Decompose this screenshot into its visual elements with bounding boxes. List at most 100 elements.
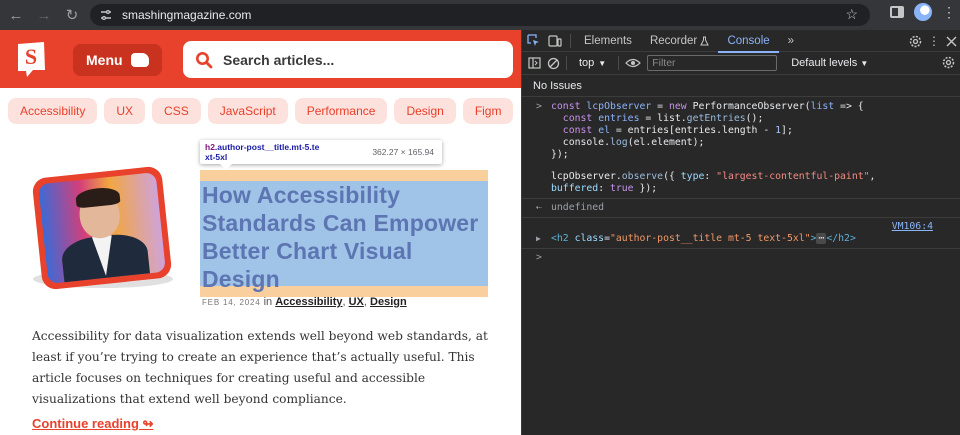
reload-icon: ↻: [65, 7, 79, 24]
console-input-line: const el = entries[entries.length - 1];: [522, 125, 960, 137]
article-excerpt: Accessibility for data visualization ext…: [32, 329, 488, 406]
expand-triangle-icon[interactable]: ▶: [536, 233, 541, 245]
code: new: [668, 101, 693, 112]
code: const: [551, 113, 599, 124]
menu-label: Menu: [86, 52, 123, 68]
console-toolbar: top ▼ Filter Default levels ▼: [522, 52, 960, 75]
context-select[interactable]: top ▼: [573, 57, 612, 69]
tooltip-class-2: xt-5xl: [205, 152, 228, 162]
code: PerformanceObserver: [692, 101, 805, 112]
flask-icon: [700, 36, 710, 45]
source-link[interactable]: VM106:4: [892, 221, 933, 233]
devtools-menu-icon[interactable]: ⋮: [928, 34, 940, 48]
console-input-line: lcpObserver.observe({ type: "largest-con…: [522, 171, 960, 183]
search-placeholder: Search articles...: [223, 51, 335, 68]
code: <h2: [551, 233, 575, 244]
more-tabs-button[interactable]: »: [779, 30, 803, 52]
web-page: S Menu Search articles... Accessibility …: [0, 30, 521, 435]
profile-avatar[interactable]: [914, 3, 932, 21]
console-result-line: ⇠ undefined: [522, 202, 960, 214]
site-settings-icon[interactable]: [96, 5, 116, 25]
code: </h2>: [826, 233, 856, 244]
settings-gear-icon[interactable]: [909, 35, 922, 48]
live-expression-eye-icon[interactable]: [625, 58, 642, 68]
tab-console[interactable]: Console: [718, 30, 779, 53]
filter-input[interactable]: Filter: [647, 55, 778, 71]
inspect-element-icon[interactable]: [522, 30, 544, 52]
console-input-line: buffered: true });: [522, 183, 960, 195]
back-arrow-icon: ←: [8, 6, 24, 24]
article-meta: FEB 14, 2024 in Accessibility, UX, Desig…: [202, 296, 407, 308]
code: entries: [598, 113, 640, 124]
article-date: FEB 14, 2024: [202, 298, 261, 307]
category-design[interactable]: Design: [370, 296, 407, 308]
svg-text:S: S: [25, 44, 37, 69]
issues-bar[interactable]: No Issues: [522, 75, 960, 97]
tab-recorder[interactable]: Recorder: [641, 30, 719, 52]
prompt-icon: >: [536, 101, 542, 112]
code: log: [609, 137, 628, 148]
category-ux[interactable]: UX: [349, 296, 364, 308]
address-url: smashingmagazine.com: [122, 8, 252, 22]
console-input-line: console.log(el.element);: [522, 137, 960, 149]
clear-console-icon[interactable]: [547, 57, 560, 70]
continue-reading-link[interactable]: Continue reading ↬: [32, 416, 153, 432]
address-bar[interactable]: smashingmagazine.com ☆: [90, 4, 870, 26]
toolbar-divider-2: [618, 56, 620, 70]
code: getEntries: [686, 113, 746, 124]
tab-elements[interactable]: Elements: [575, 30, 641, 52]
code: "largest-contentful-paint": [716, 171, 870, 182]
console-log-element[interactable]: ▶ <h2 class="author-post__title mt-5 text…: [522, 233, 960, 245]
code: ,: [869, 171, 876, 182]
tag-accessibility[interactable]: Accessibility: [8, 98, 98, 124]
ellipsis-badge[interactable]: ⋯: [816, 233, 827, 244]
tag-performance[interactable]: Performance: [294, 98, 388, 124]
category-accessibility[interactable]: Accessibility: [275, 296, 342, 308]
search-input[interactable]: Search articles...: [183, 41, 513, 78]
smashing-logo-icon[interactable]: S: [14, 40, 48, 78]
devtools-tabbar: Elements Recorder Console » ⋮: [522, 30, 960, 53]
code: console.: [551, 137, 610, 148]
levels-caret-icon: ▼: [860, 59, 869, 68]
code: "author-post__title mt-5 text-5xl": [610, 233, 811, 244]
tag-css[interactable]: CSS: [152, 98, 201, 124]
sidebar-toggle-icon[interactable]: [528, 57, 541, 69]
close-icon[interactable]: [946, 36, 957, 47]
author-portrait: [38, 172, 166, 284]
meta-in: in: [260, 296, 276, 308]
side-panel-icon[interactable]: [890, 6, 904, 18]
browser-menu-icon[interactable]: ⋮: [942, 4, 956, 21]
tag-ux[interactable]: UX: [104, 98, 146, 124]
console-settings-gear-icon[interactable]: [942, 56, 955, 69]
tag-javascript[interactable]: JavaScript: [207, 98, 288, 124]
menu-button[interactable]: Menu: [73, 44, 162, 76]
console-spacer: [522, 161, 960, 171]
toolbar-divider: [566, 56, 567, 70]
log-levels-select[interactable]: Default levels ▼: [791, 57, 868, 69]
forward-button[interactable]: →: [32, 3, 56, 27]
tag-figma[interactable]: Figm: [462, 98, 514, 124]
code: (el.element);: [627, 137, 705, 148]
tag-design[interactable]: Design: [394, 98, 456, 124]
code: const: [551, 101, 587, 112]
code: =: [651, 101, 669, 112]
code: list: [810, 101, 835, 112]
code: lcpObserver: [586, 101, 652, 112]
author-photo[interactable]: [27, 165, 177, 294]
device-toolbar-icon[interactable]: [544, 30, 566, 52]
code: lcpObserver.: [551, 171, 622, 182]
back-button[interactable]: ←: [4, 3, 28, 27]
bookmark-star-icon[interactable]: ☆: [845, 6, 858, 23]
code: => {: [834, 101, 864, 112]
tooltip-class-1: .author-post__title.mt-5.te: [214, 142, 320, 152]
photo-frame: [31, 165, 173, 291]
reload-button[interactable]: ↻: [60, 3, 84, 27]
console-input-line: > const lcpObserver = new PerformanceObse…: [522, 101, 960, 113]
browser-toolbar: ← → ↻ smashingmagazine.com ☆ ⋮: [0, 0, 960, 30]
article-title[interactable]: How Accessibility Standards Can Empower …: [202, 181, 490, 293]
code: });: [551, 149, 569, 160]
console-divider: [522, 248, 960, 249]
levels-label: Default levels: [791, 57, 858, 69]
result-value: undefined: [551, 202, 605, 213]
code: :: [598, 183, 610, 194]
